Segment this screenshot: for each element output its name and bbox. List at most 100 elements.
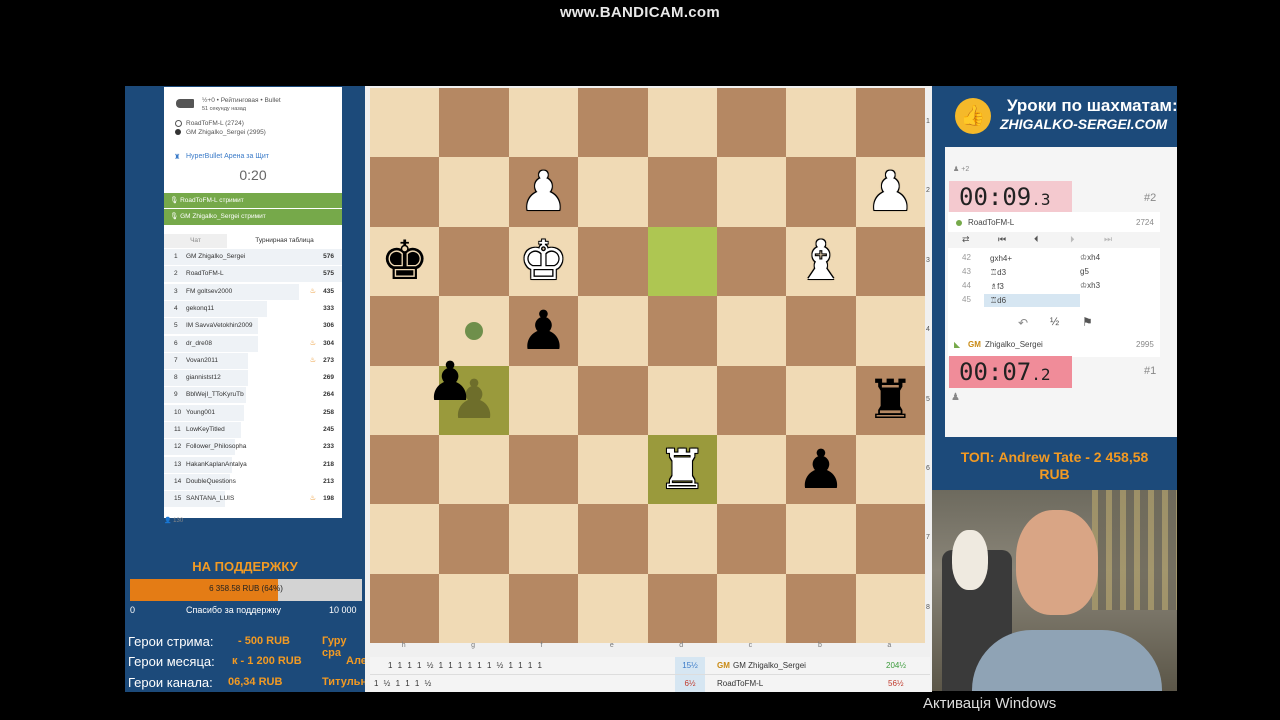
tab-chat[interactable]: Чат	[164, 234, 227, 248]
board-square[interactable]: ♚	[370, 226, 440, 297]
board-square[interactable]	[370, 504, 440, 574]
board-square[interactable]: ♚	[508, 226, 579, 297]
board-square[interactable]	[647, 365, 717, 435]
white-rook-piece[interactable]: ♜	[648, 435, 717, 504]
black-pawn-piece[interactable]: ♟	[509, 296, 578, 365]
board-square[interactable]	[855, 504, 925, 574]
board-square[interactable]: ♜	[647, 434, 717, 505]
board-square[interactable]: ♟	[508, 157, 579, 227]
board-square[interactable]	[508, 573, 579, 643]
board-square[interactable]	[855, 88, 925, 158]
standings-row[interactable]: 6 dr_dre08 ♨ 304	[164, 335, 342, 352]
board-square[interactable]	[578, 434, 648, 505]
board-square[interactable]	[578, 88, 648, 158]
player-name[interactable]: Zhigalko_Sergei	[985, 340, 1043, 349]
board-square[interactable]	[647, 504, 717, 574]
board-square[interactable]	[439, 573, 509, 643]
black-king-piece[interactable]: ♚	[370, 227, 439, 296]
standings-row[interactable]: 4 gekonq11 333	[164, 300, 342, 317]
board-square[interactable]: ♜	[855, 365, 925, 435]
black-player[interactable]: GM Zhigalko_Sergei (2995)	[186, 129, 266, 136]
board-square[interactable]	[716, 365, 787, 435]
standings-row[interactable]: 10 Young001 258	[164, 404, 342, 421]
board-square[interactable]	[716, 504, 787, 574]
board-square[interactable]	[578, 573, 648, 643]
board-square[interactable]	[439, 504, 509, 574]
white-bishop-piece[interactable]: ♝	[786, 227, 855, 296]
board-square[interactable]	[716, 573, 787, 643]
standings-row[interactable]: 2 RoadToFM-L 575	[164, 266, 342, 283]
board-square[interactable]	[786, 88, 856, 158]
board-square[interactable]	[578, 365, 648, 435]
board-square[interactable]: ♝	[786, 226, 856, 297]
board-square[interactable]	[647, 296, 717, 366]
standings-row[interactable]: 7 Vovan2011 ♨ 273	[164, 352, 342, 369]
board-square[interactable]	[439, 88, 509, 158]
board-square[interactable]	[370, 434, 440, 505]
crosstable-player[interactable]: GM Zhigalko_Sergei	[733, 661, 806, 670]
board-square[interactable]	[370, 88, 440, 158]
board-square[interactable]	[370, 157, 440, 227]
board-square[interactable]	[439, 226, 509, 297]
standings-row[interactable]: 14 DoubleQuestions 213	[164, 473, 342, 490]
standings-row[interactable]: 12 Follower_Philosopha 233	[164, 439, 342, 456]
board-square[interactable]: ♟ ♟	[426, 355, 509, 435]
offer-draw-button[interactable]: ½	[1050, 316, 1059, 328]
chess-board[interactable]: ♟ ♟ ♚ ♚ ♝ ♟ ♟ ♟ ♜ ♜ ♟	[370, 88, 925, 643]
board-square[interactable]	[855, 573, 925, 643]
standings-row[interactable]: 9 BblWejI_TToKyruTb 264	[164, 387, 342, 404]
standings-row[interactable]: 15 SANTANA_LUIS ♨ 198	[164, 491, 342, 508]
board-square[interactable]	[370, 573, 440, 643]
standings-row[interactable]: 1 GM Zhigalko_Sergei 576	[164, 249, 342, 265]
black-pawn-piece[interactable]: ♟	[415, 348, 484, 417]
board-square[interactable]	[578, 226, 648, 297]
board-square[interactable]	[786, 573, 856, 643]
board-square[interactable]	[439, 157, 509, 227]
board-square[interactable]: ♟	[855, 157, 925, 227]
streamer-row-2[interactable]: 🎙 GM Zhigalko_Sergei стримит	[164, 209, 342, 225]
tournament-link[interactable]: HyperBullet Арена за Щит	[186, 153, 269, 160]
board-square[interactable]	[786, 296, 856, 366]
tab-standings[interactable]: Турнирная таблица	[227, 234, 342, 248]
board-square[interactable]	[786, 504, 856, 574]
standings-row[interactable]: 13 HakanKaplanAntalya 218	[164, 456, 342, 473]
white-pawn-piece[interactable]: ♟	[856, 157, 925, 226]
board-square[interactable]	[647, 573, 717, 643]
board-square[interactable]	[508, 504, 579, 574]
board-square[interactable]	[716, 157, 787, 227]
white-move[interactable]: gxh4+	[984, 252, 1080, 265]
legal-move-dot[interactable]	[465, 322, 484, 341]
prev-move-icon[interactable]: ⏴	[1034, 234, 1039, 245]
board-square[interactable]	[855, 226, 925, 297]
board-square[interactable]	[508, 434, 579, 505]
board-square[interactable]	[716, 296, 787, 366]
white-pawn-piece[interactable]: ♟	[509, 157, 578, 226]
flip-board-icon[interactable]: ⇄	[962, 234, 970, 245]
board-square[interactable]	[786, 365, 856, 435]
board-square[interactable]: ♟	[786, 434, 856, 505]
standings-row[interactable]: 8 giannistst12 269	[164, 370, 342, 387]
board-square[interactable]	[578, 157, 648, 227]
board-square[interactable]	[855, 296, 925, 366]
white-move[interactable]: ♖d3	[984, 266, 1080, 279]
first-move-icon[interactable]: ⏮	[998, 234, 1006, 245]
black-move[interactable]: ♔xh3	[1080, 281, 1100, 290]
black-move[interactable]: ♔xh4	[1080, 253, 1100, 262]
board-square[interactable]	[508, 88, 579, 158]
standings-row[interactable]: 11 LowKeyTitled 245	[164, 422, 342, 438]
black-pawn-piece[interactable]: ♟	[786, 435, 855, 504]
board-square[interactable]	[855, 434, 925, 505]
board-square[interactable]	[647, 88, 717, 158]
white-move[interactable]: ♗f3	[984, 280, 1080, 293]
board-square[interactable]	[439, 434, 509, 505]
board-square[interactable]	[578, 504, 648, 574]
board-square[interactable]: ♟	[508, 296, 579, 366]
board-square[interactable]	[578, 296, 648, 366]
board-square[interactable]	[716, 434, 787, 505]
board-square[interactable]	[647, 226, 717, 297]
white-king-piece[interactable]: ♚	[509, 227, 578, 296]
white-player[interactable]: RoadToFM-L (2724)	[186, 120, 244, 127]
last-move-icon[interactable]: ⏭	[1104, 234, 1112, 245]
standings-row[interactable]: 5 IM SavvaVetokhin2009 306	[164, 318, 342, 335]
board-square[interactable]	[716, 88, 787, 158]
